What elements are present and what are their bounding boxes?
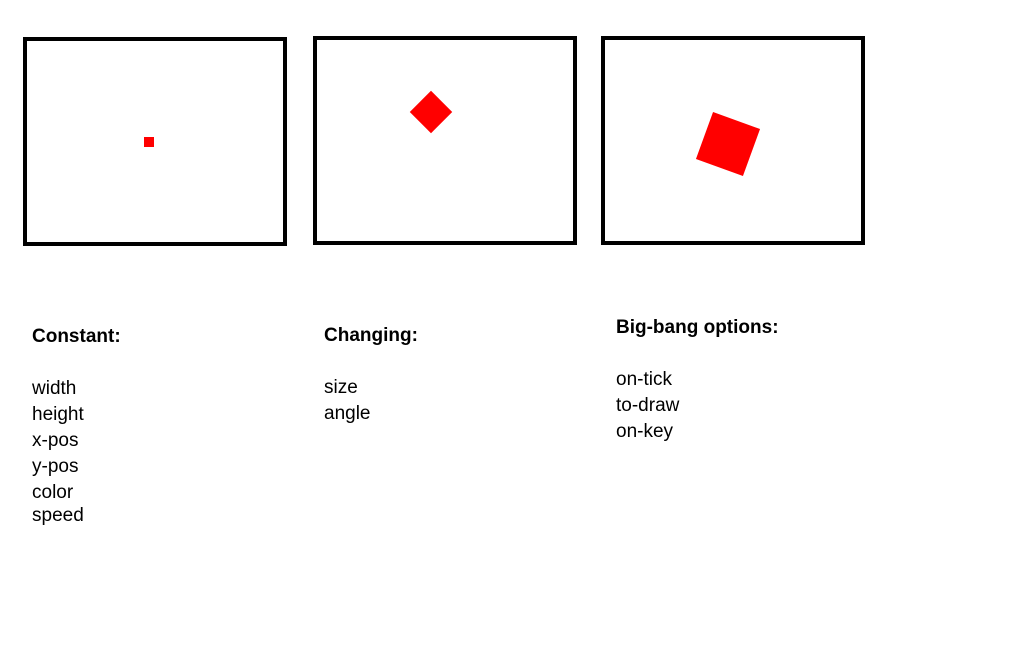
- red-square-large-rotated: [695, 111, 761, 177]
- constant-item: width: [32, 378, 77, 399]
- bigbang-title: Big-bang options:: [616, 317, 779, 338]
- bigbang-item: on-key: [616, 421, 674, 442]
- changing-column: Changing: size angle: [324, 323, 418, 427]
- frame-1: [23, 37, 287, 246]
- constant-item: y-pos: [32, 456, 79, 477]
- frame-3: [601, 36, 865, 245]
- constant-item: speed: [32, 505, 84, 526]
- constant-item: x-pos: [32, 430, 79, 451]
- red-square-medium-rotated: [409, 90, 453, 134]
- changing-item: size: [324, 377, 358, 398]
- constant-column: Constant: width height x-pos y-pos color…: [32, 324, 121, 529]
- changing-title: Changing:: [324, 325, 418, 346]
- constant-item: height: [32, 404, 84, 425]
- bigbang-item: to-draw: [616, 395, 680, 416]
- bigbang-column: Big-bang options: on-tick to-draw on-key: [616, 315, 779, 445]
- frame-2: [313, 36, 577, 245]
- red-square-small: [144, 137, 154, 147]
- bigbang-item: on-tick: [616, 369, 672, 390]
- changing-item: angle: [324, 403, 371, 424]
- constant-title: Constant:: [32, 326, 121, 347]
- constant-item: color: [32, 482, 74, 503]
